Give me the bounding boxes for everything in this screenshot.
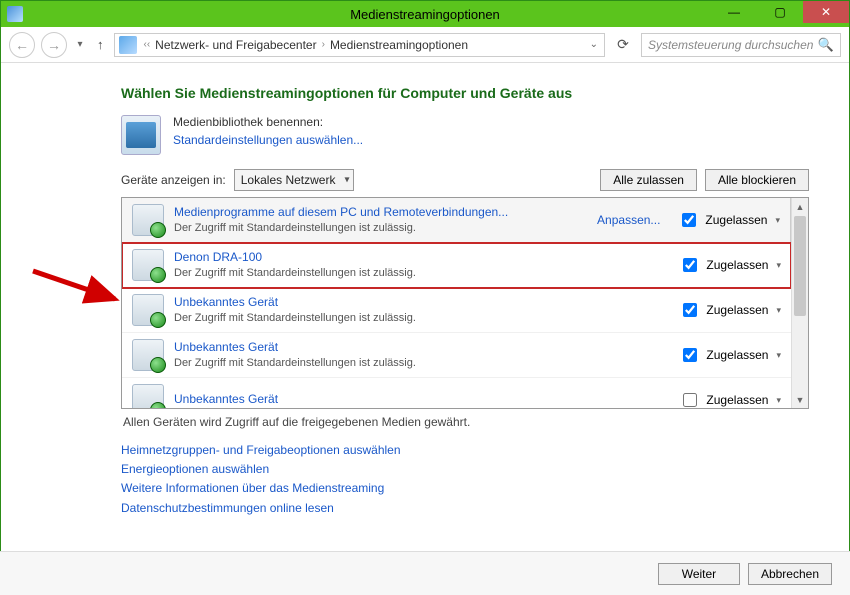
device-name-link[interactable]: Unbekanntes Gerät — [174, 392, 669, 408]
allowed-label: Zugelassen — [706, 303, 768, 317]
device-icon — [132, 339, 164, 371]
allowed-checkbox[interactable] — [683, 303, 697, 317]
navbar: ← → ▾ ↑ ‹‹ Netzwerk- und Freigabecenter … — [1, 27, 849, 63]
device-text: Unbekanntes GerätDer Zugriff mit Standar… — [174, 340, 669, 370]
titlebar: Medienstreamingoptionen — ▢ ✕ — [1, 1, 849, 27]
chevron-right-icon: ‹‹ — [139, 39, 156, 50]
allowed-toggle[interactable]: Zugelassen ▾ — [679, 255, 781, 275]
allowed-label: Zugelassen — [706, 393, 768, 407]
maximize-button[interactable]: ▢ — [757, 1, 803, 23]
allowed-checkbox[interactable] — [683, 393, 697, 407]
scroll-up-button[interactable]: ▲ — [792, 198, 808, 215]
breadcrumb-item-2[interactable]: Medienstreamingoptionen — [330, 38, 468, 52]
page-title: Wählen Sie Medienstreamingoptionen für C… — [121, 85, 809, 101]
window-controls: — ▢ ✕ — [711, 1, 849, 23]
search-icon: 🔍 — [818, 37, 834, 53]
device-name-link[interactable]: Medienprogramme auf diesem PC und Remote… — [174, 205, 587, 221]
device-text: Denon DRA-100Der Zugriff mit Standardein… — [174, 250, 669, 280]
allowed-label: Zugelassen — [706, 258, 768, 272]
more-info-link[interactable]: Weitere Informationen über das Medienstr… — [121, 479, 809, 498]
device-desc: Der Zugriff mit Standardeinstellungen is… — [174, 266, 669, 280]
status-text: Allen Geräten wird Zugriff auf die freig… — [123, 415, 807, 429]
refresh-button[interactable]: ⟳ — [611, 33, 635, 57]
device-desc: Der Zugriff mit Standardeinstellungen is… — [174, 311, 669, 325]
device-list: Medienprogramme auf diesem PC und Remote… — [121, 197, 809, 409]
allowed-checkbox[interactable] — [683, 348, 697, 362]
network-scope-value: Lokales Netzwerk — [241, 173, 336, 187]
customize-link[interactable]: Anpassen... — [597, 213, 660, 227]
device-icon — [132, 249, 164, 281]
breadcrumb[interactable]: ‹‹ Netzwerk- und Freigabecenter › Medien… — [114, 33, 606, 57]
allowed-label: Zugelassen — [706, 348, 768, 362]
device-row[interactable]: Medienprogramme auf diesem PC und Remote… — [122, 198, 791, 243]
allowed-checkbox[interactable] — [682, 213, 696, 227]
nav-history-dropdown[interactable]: ▾ — [73, 32, 87, 58]
cancel-button[interactable]: Abbrechen — [748, 563, 832, 585]
related-links: Heimnetzgruppen- und Freigabeoptionen au… — [121, 441, 809, 518]
device-name-link[interactable]: Unbekanntes Gerät — [174, 295, 669, 311]
chevron-down-icon: ▾ — [776, 305, 781, 316]
homegroup-link[interactable]: Heimnetzgruppen- und Freigabeoptionen au… — [121, 441, 809, 460]
allowed-checkbox[interactable] — [683, 258, 697, 272]
block-all-button[interactable]: Alle blockieren — [705, 169, 809, 191]
chevron-down-icon: ▾ — [776, 260, 781, 271]
device-text: Medienprogramme auf diesem PC und Remote… — [174, 205, 587, 235]
default-settings-link[interactable]: Standardeinstellungen auswählen... — [173, 133, 363, 147]
search-input[interactable]: Systemsteuerung durchsuchen 🔍 — [641, 33, 841, 57]
allowed-toggle[interactable]: Zugelassen ▾ — [679, 390, 781, 408]
allowed-toggle[interactable]: Zugelassen ▾ — [678, 210, 780, 230]
minimize-button[interactable]: — — [711, 1, 757, 23]
library-icon — [121, 115, 161, 155]
chevron-down-icon: ▾ — [776, 350, 781, 361]
device-icon — [132, 294, 164, 326]
footer: Weiter Abbrechen — [0, 551, 850, 595]
allowed-toggle[interactable]: Zugelassen ▾ — [679, 345, 781, 365]
chevron-down-icon[interactable]: ⌄ — [590, 39, 598, 50]
breadcrumb-item-1[interactable]: Netzwerk- und Freigabecenter — [155, 38, 316, 52]
breadcrumb-icon — [119, 36, 137, 54]
device-text: Unbekanntes GerätDer Zugriff mit Standar… — [174, 295, 669, 325]
device-name-link[interactable]: Denon DRA-100 — [174, 250, 669, 266]
device-row[interactable]: Unbekanntes Gerät Zugelassen ▾ — [122, 378, 791, 408]
power-options-link[interactable]: Energieoptionen auswählen — [121, 460, 809, 479]
chevron-down-icon: ▾ — [776, 395, 781, 406]
annotation-arrow-icon — [29, 263, 129, 313]
allow-all-button[interactable]: Alle zulassen — [600, 169, 697, 191]
device-desc: Der Zugriff mit Standardeinstellungen is… — [174, 356, 669, 370]
device-icon — [132, 384, 164, 408]
device-row[interactable]: Unbekanntes GerätDer Zugriff mit Standar… — [122, 333, 791, 378]
chevron-down-icon: ▾ — [775, 215, 780, 226]
scroll-thumb[interactable] — [794, 216, 806, 316]
content-area: Wählen Sie Medienstreamingoptionen für C… — [1, 63, 849, 518]
filter-row: Geräte anzeigen in: Lokales Netzwerk ▾ A… — [121, 169, 809, 191]
device-icon — [132, 204, 164, 236]
close-button[interactable]: ✕ — [803, 1, 849, 23]
library-row: Medienbibliothek benennen: Standardeinst… — [121, 115, 809, 155]
allowed-toggle[interactable]: Zugelassen ▾ — [679, 300, 781, 320]
device-desc: Der Zugriff mit Standardeinstellungen is… — [174, 221, 587, 235]
filter-label: Geräte anzeigen in: — [121, 173, 226, 187]
network-scope-select[interactable]: Lokales Netzwerk ▾ — [234, 169, 355, 191]
allowed-label: Zugelassen — [705, 213, 767, 227]
search-placeholder: Systemsteuerung durchsuchen — [648, 38, 813, 52]
chevron-right-icon: › — [317, 39, 330, 50]
device-name-link[interactable]: Unbekanntes Gerät — [174, 340, 669, 356]
device-text: Unbekanntes Gerät — [174, 392, 669, 408]
chevron-down-icon: ▾ — [344, 175, 349, 186]
privacy-link[interactable]: Datenschutzbestimmungen online lesen — [121, 499, 809, 518]
nav-back-button[interactable]: ← — [9, 32, 35, 58]
scroll-down-button[interactable]: ▼ — [792, 391, 808, 408]
nav-forward-button[interactable]: → — [41, 32, 67, 58]
nav-up-button[interactable]: ↑ — [93, 37, 108, 52]
device-row[interactable]: Unbekanntes GerätDer Zugriff mit Standar… — [122, 288, 791, 333]
library-label: Medienbibliothek benennen: — [173, 115, 363, 129]
next-button[interactable]: Weiter — [658, 563, 740, 585]
scrollbar[interactable]: ▲ ▼ — [791, 198, 808, 408]
device-row[interactable]: Denon DRA-100Der Zugriff mit Standardein… — [122, 243, 791, 288]
app-icon — [7, 6, 23, 22]
